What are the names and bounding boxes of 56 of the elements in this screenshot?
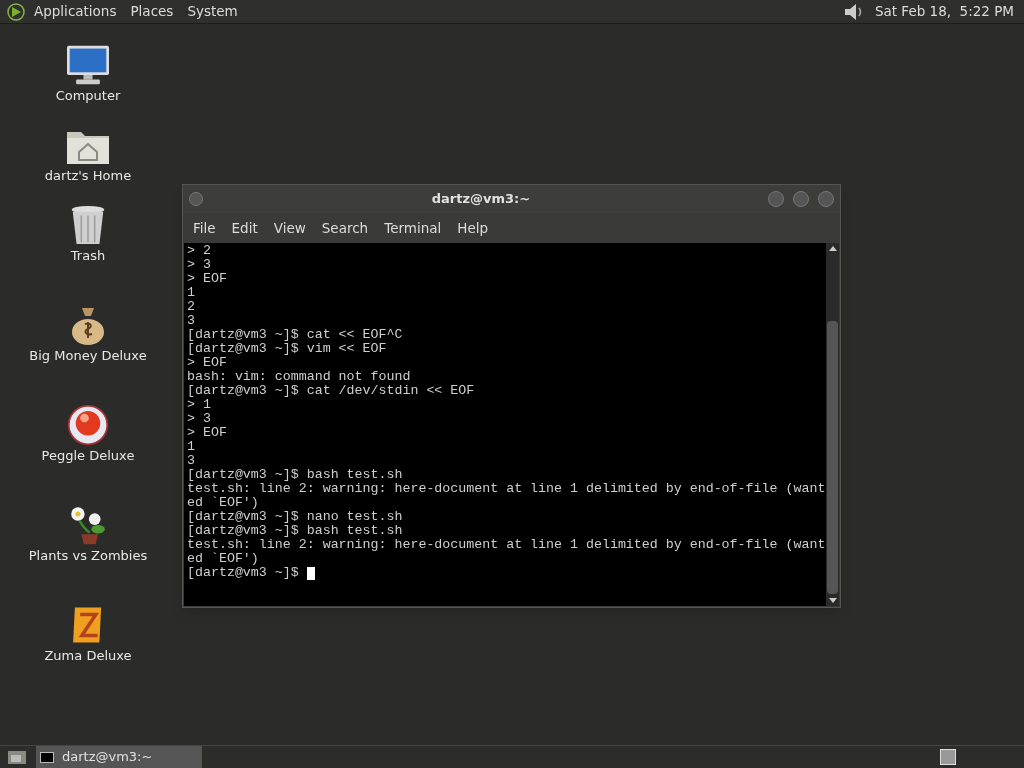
terminal-line: 2: [187, 300, 195, 314]
desktop-icon-label[interactable]: Big Money Deluxe: [29, 348, 147, 364]
app-menu-icon[interactable]: [6, 1, 26, 22]
terminal-line: [dartz@vm3 ~]$ cat /dev/stdin << EOF: [187, 384, 475, 398]
terminal-line: > EOF: [187, 356, 227, 370]
panel-menu[interactable]: Places: [130, 1, 174, 22]
terminal-line: > 1: [187, 398, 211, 412]
terminal-line: [dartz@vm3 ~]$ bash test.sh: [187, 468, 403, 482]
terminal-line: test.sh: line 2: warning: here-document at line 1 delimited by end-of-file (want: [187, 538, 826, 552]
text-cursor: [306, 566, 315, 580]
window-title: dartz@vm3:~: [430, 190, 532, 209]
terminal-line: 3: [187, 454, 195, 468]
desktop-icon-label[interactable]: Peggle Deluxe: [41, 448, 135, 464]
close-button[interactable]: [818, 191, 834, 207]
terminal-line: [dartz@vm3 ~]$ nano test.sh: [187, 510, 403, 524]
desktop-icon-label[interactable]: Trash: [70, 248, 106, 264]
desktop-icon-label[interactable]: Zuma Deluxe: [44, 648, 132, 664]
terminal-line: [dartz@vm3 ~]$ vim << EOF: [187, 342, 387, 356]
maximize-button[interactable]: [793, 191, 809, 207]
terminal-line: [dartz@vm3 ~]$: [187, 566, 299, 580]
terminal-line: > 3: [187, 412, 211, 426]
trash-icon: [69, 204, 107, 246]
menu-item[interactable]: Edit: [225, 217, 264, 239]
scroll-thumb[interactable]: [827, 321, 838, 594]
clock[interactable]: Sat Feb 18, 5:22 PM: [874, 1, 1014, 22]
terminal-line: > EOF: [187, 272, 227, 286]
panel-menu[interactable]: System: [187, 1, 238, 22]
terminal-line: 3: [187, 314, 195, 328]
terminal-line: [dartz@vm3 ~]$ cat << EOF^C: [187, 328, 403, 342]
menu-item[interactable]: Help: [451, 217, 495, 239]
terminal-icon: [40, 751, 54, 763]
desktop-icon-label[interactable]: Computer: [55, 88, 121, 104]
menu-item[interactable]: Search: [315, 217, 375, 239]
terminal-line: 1: [187, 286, 195, 300]
desktop-icon-label[interactable]: dartz's Home: [44, 168, 132, 184]
terminal-line: 1: [187, 440, 195, 454]
window-menu-icon[interactable]: [189, 192, 203, 206]
terminal-line: test.sh: line 2: warning: here-document at line 1 delimited by end-of-file (want: [187, 482, 826, 496]
desktop-icon-label[interactable]: Plants vs Zombies: [28, 548, 148, 564]
workspace-switcher[interactable]: [940, 749, 956, 765]
terminal-line: ed `EOF'): [187, 552, 259, 566]
terminal-line: > 2: [187, 244, 211, 258]
terminal-line: bash: vim: command not found: [187, 370, 411, 384]
menu-item[interactable]: Terminal: [378, 217, 448, 239]
minimize-button[interactable]: [768, 191, 784, 207]
taskbar-button[interactable]: dartz@vm3:~: [36, 746, 202, 768]
scrollbar[interactable]: [826, 243, 839, 606]
menu-item[interactable]: View: [267, 217, 312, 239]
terminal-line: ed `EOF'): [187, 496, 259, 510]
scroll-down-icon[interactable]: [828, 598, 837, 603]
menu-item[interactable]: File: [187, 217, 222, 239]
panel-menu[interactable]: Applications: [34, 1, 117, 22]
terminal-line: [dartz@vm3 ~]$ bash test.sh: [187, 524, 403, 538]
scroll-up-icon[interactable]: [828, 246, 837, 251]
terminal-line: > EOF: [187, 426, 227, 440]
terminal-line: > 3: [187, 258, 211, 272]
